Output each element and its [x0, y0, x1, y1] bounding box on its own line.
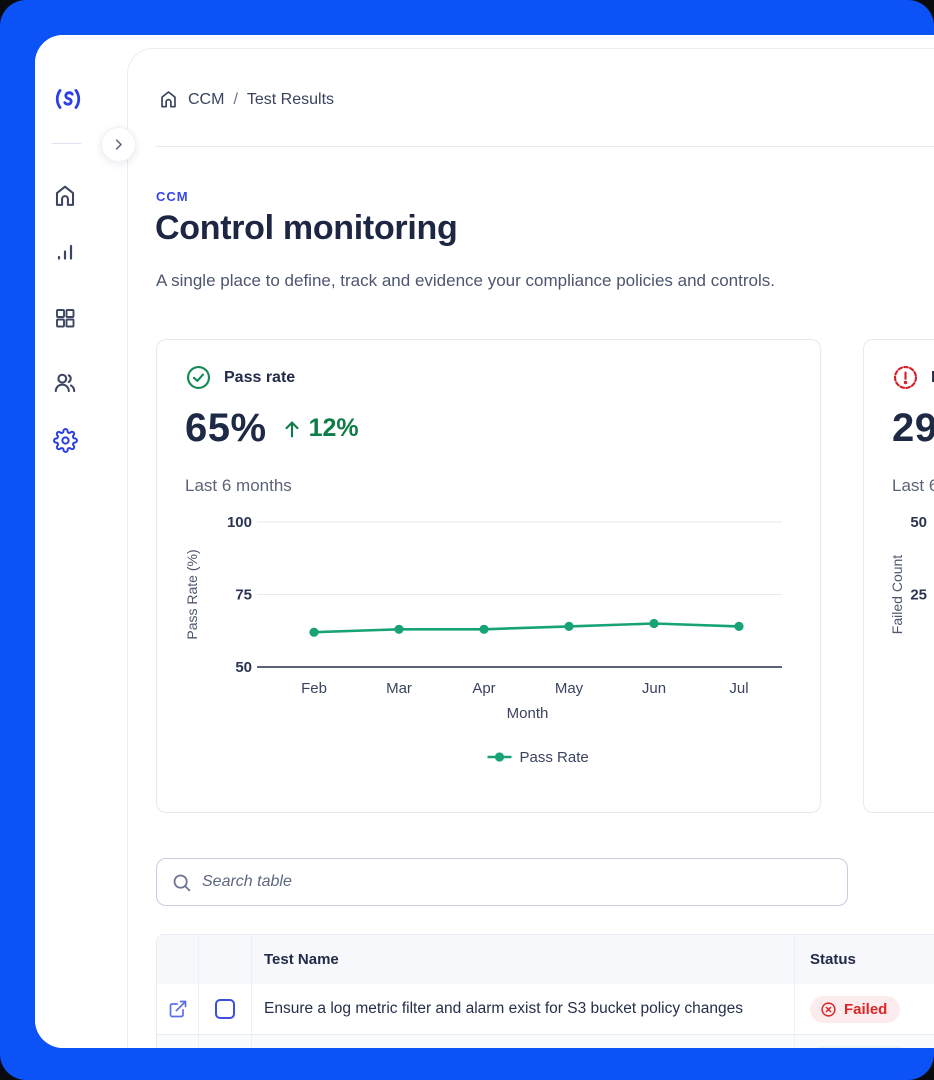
- search-icon: [171, 872, 192, 893]
- gear-icon: [53, 428, 78, 453]
- header-select-col: [199, 935, 252, 984]
- test-results-table: Test Name Status Ensure a log metric fil…: [156, 934, 934, 1048]
- select-row-cell: [199, 984, 252, 1034]
- svg-text:50: 50: [910, 514, 927, 531]
- pass-rate-period: Last 6 months: [185, 476, 292, 496]
- svg-text:Mar: Mar: [386, 680, 412, 697]
- fail-count-period: Last 6 months: [892, 476, 934, 496]
- fail-count-chart: 25 50 Failed Count: [864, 510, 934, 810]
- breadcrumb: CCM / Test Results: [158, 89, 334, 110]
- alert-circle-icon: [892, 364, 919, 391]
- svg-text:Feb: Feb: [301, 680, 327, 697]
- open-test-button[interactable]: [157, 984, 199, 1034]
- row-checkbox[interactable]: [215, 999, 235, 1019]
- grid-icon: [53, 306, 77, 330]
- breadcrumb-page[interactable]: Test Results: [247, 91, 334, 109]
- sprinto-logo[interactable]: [51, 82, 85, 116]
- home-icon: [52, 183, 78, 209]
- chevron-right-icon: [111, 137, 126, 152]
- module-eyebrow: CCM: [156, 189, 189, 204]
- main-panel: CCM / Test Results CCM Control monitorin…: [127, 48, 934, 1048]
- sidebar: [35, 35, 127, 1048]
- svg-text:Pass Rate (%): Pass Rate (%): [184, 549, 200, 639]
- sidebar-item-analytics[interactable]: [51, 238, 79, 266]
- status-cell: Passed: [795, 1035, 934, 1048]
- home-icon[interactable]: [158, 89, 179, 110]
- svg-text:Jul: Jul: [729, 680, 748, 697]
- x-circle-icon: [820, 1001, 837, 1018]
- svg-text:Jun: Jun: [642, 680, 666, 697]
- header-status: Status: [795, 935, 934, 984]
- fail-count-value: 29: [892, 406, 934, 451]
- status-badge: Passed: [810, 1046, 910, 1048]
- svg-text:25: 25: [910, 587, 927, 604]
- pass-rate-delta: 12%: [309, 414, 359, 443]
- bar-chart-icon: [53, 240, 77, 264]
- svg-text:Month: Month: [507, 705, 549, 722]
- svg-text:75: 75: [235, 587, 252, 604]
- test-name-cell: Ensure a log metric filter and alarm exi…: [252, 984, 795, 1034]
- svg-text:100: 100: [227, 514, 252, 531]
- status-cell: Failed: [795, 984, 934, 1034]
- app-window: CCM / Test Results CCM Control monitorin…: [35, 35, 934, 1048]
- pass-rate-card: Pass rate 65% 12% Last 6 months 50 75 100 P…: [156, 339, 821, 813]
- status-label: Failed: [844, 1001, 887, 1018]
- fail-count-card: Fail count 29 Last 6 months 2550Failed C…: [863, 339, 934, 813]
- sidebar-item-people[interactable]: [51, 369, 79, 397]
- header-open-col: [157, 935, 199, 984]
- status-badge: Failed: [810, 996, 900, 1023]
- breadcrumb-separator: /: [233, 91, 237, 109]
- app-frame: CCM / Test Results CCM Control monitorin…: [0, 0, 934, 1080]
- sidebar-item-home[interactable]: [51, 182, 79, 210]
- sidebar-item-settings[interactable]: [51, 426, 79, 454]
- search-input[interactable]: [202, 873, 833, 891]
- svg-text:50: 50: [235, 659, 252, 676]
- sidebar-divider: [52, 143, 81, 144]
- page-title: Control monitoring: [155, 209, 457, 248]
- table-row: Ensure a log metric filter and alarm exi…: [157, 984, 934, 1034]
- table-header-row: Test Name Status: [157, 935, 934, 984]
- users-icon: [52, 370, 78, 396]
- pass-rate-chart: 50 75 100 Pass Rate (%) Feb Mar Apr May Jun Jul Mo…: [157, 510, 822, 810]
- breadcrumb-section[interactable]: CCM: [188, 91, 224, 109]
- table-row: IAM users should not have IAM policies a…: [157, 1034, 934, 1048]
- test-name-cell: IAM users should not have IAM policies a…: [252, 1035, 795, 1048]
- sidebar-item-apps[interactable]: [51, 304, 79, 332]
- svg-text:Apr: Apr: [472, 680, 495, 697]
- pass-rate-label: Pass rate: [224, 369, 295, 387]
- table-search: [156, 858, 848, 906]
- open-test-button[interactable]: [157, 1035, 199, 1048]
- pass-rate-value: 65%: [185, 406, 267, 451]
- svg-text:Failed Count: Failed Count: [889, 555, 905, 634]
- page-subtitle: A single place to define, track and evid…: [156, 271, 775, 291]
- header-test-name: Test Name: [252, 935, 795, 984]
- arrow-up-icon: [281, 418, 303, 440]
- svg-text:May: May: [555, 680, 584, 697]
- svg-text:Pass Rate: Pass Rate: [520, 749, 589, 766]
- sidebar-expand-button[interactable]: [101, 127, 136, 162]
- external-link-icon: [168, 999, 188, 1019]
- select-row-cell: [199, 1035, 252, 1048]
- header-divider: [156, 146, 934, 147]
- check-circle-icon: [185, 364, 212, 391]
